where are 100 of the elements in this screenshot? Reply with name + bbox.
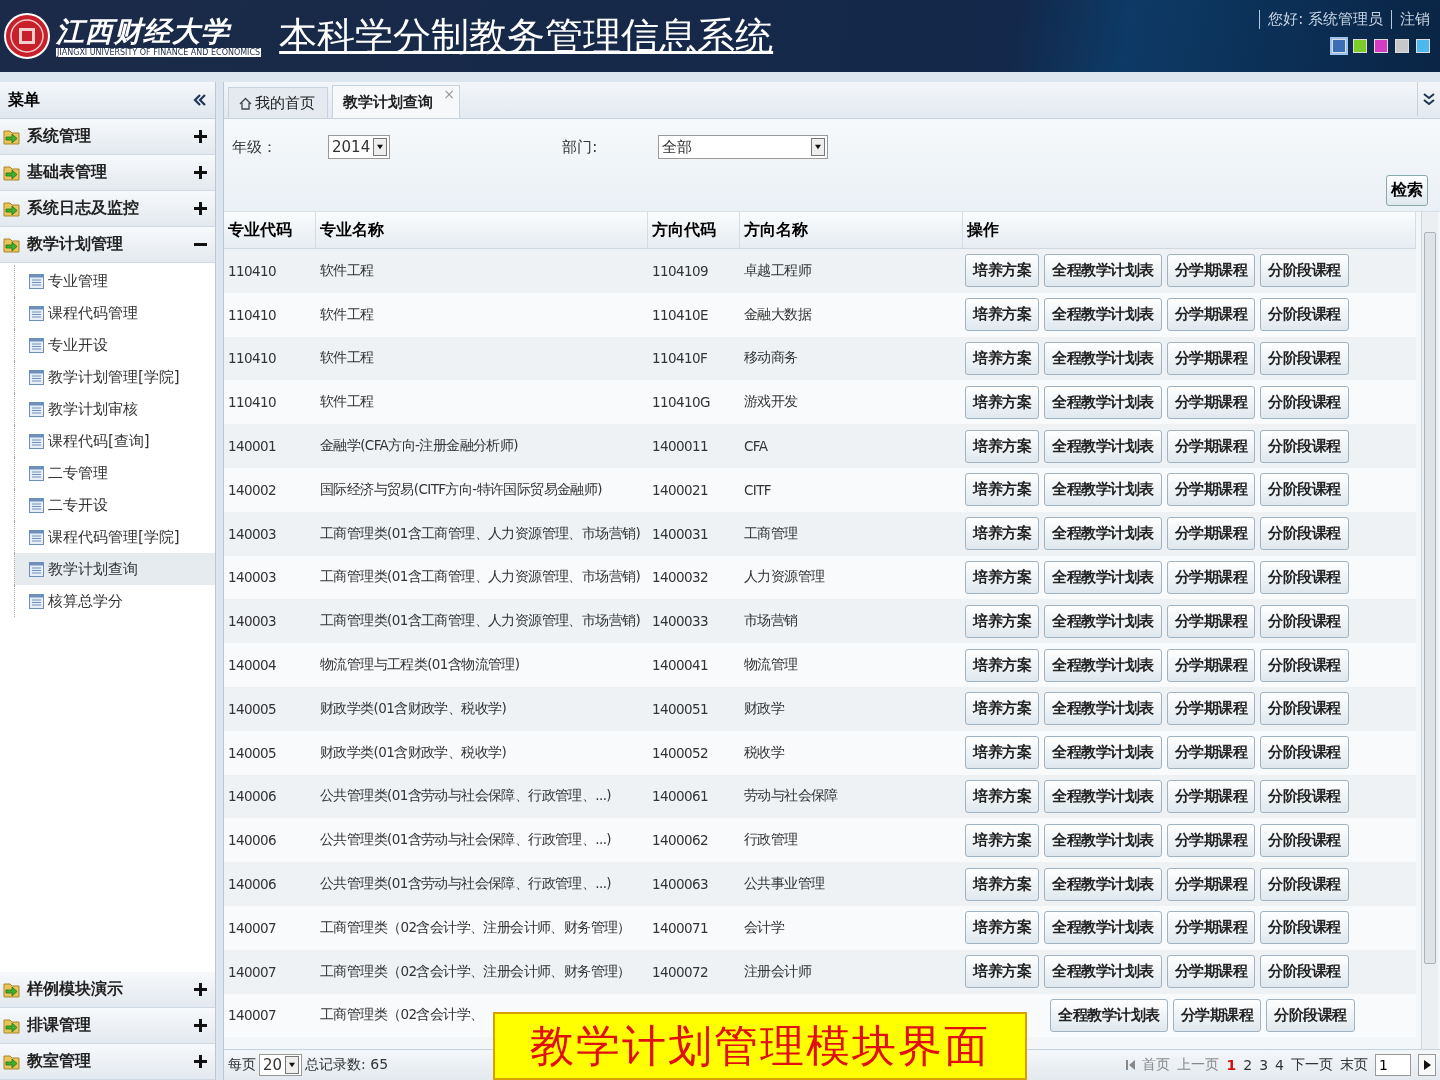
action-button[interactable]: 培养方案 bbox=[965, 473, 1039, 507]
action-button[interactable]: 培养方案 bbox=[965, 823, 1039, 857]
menu-item[interactable]: 专业开设 bbox=[14, 329, 215, 361]
action-button[interactable]: 分阶段课程 bbox=[1260, 254, 1349, 288]
action-button[interactable]: 分学期课程 bbox=[1166, 429, 1255, 463]
action-button[interactable]: 培养方案 bbox=[965, 648, 1039, 682]
action-button[interactable]: 全程教学计划表 bbox=[1044, 692, 1162, 726]
action-button[interactable]: 分学期课程 bbox=[1166, 779, 1255, 813]
action-button[interactable]: 分学期课程 bbox=[1166, 560, 1255, 594]
action-button[interactable]: 分学期课程 bbox=[1166, 867, 1255, 901]
action-button[interactable]: 分学期课程 bbox=[1166, 736, 1255, 770]
menu-group[interactable]: 系统日志及监控 bbox=[0, 191, 215, 227]
action-button[interactable]: 分学期课程 bbox=[1166, 342, 1255, 375]
action-button[interactable]: 培养方案 bbox=[965, 736, 1039, 770]
tab[interactable]: 教学计划查询 × bbox=[332, 85, 460, 118]
action-button[interactable]: 分阶段课程 bbox=[1260, 911, 1349, 945]
page-link[interactable]: 1 bbox=[1226, 1057, 1237, 1073]
action-button[interactable]: 分阶段课程 bbox=[1260, 692, 1349, 726]
menu-item[interactable]: 核算总学分 bbox=[14, 585, 215, 617]
action-button[interactable]: 分阶段课程 bbox=[1260, 736, 1349, 770]
action-button[interactable]: 分学期课程 bbox=[1166, 385, 1255, 419]
action-button[interactable]: 分学期课程 bbox=[1166, 604, 1255, 638]
action-button[interactable]: 分学期课程 bbox=[1166, 473, 1255, 507]
action-button[interactable]: 分学期课程 bbox=[1166, 298, 1255, 332]
action-button[interactable]: 分阶段课程 bbox=[1260, 473, 1349, 507]
action-button[interactable]: 分阶段课程 bbox=[1260, 604, 1349, 638]
menu-item[interactable]: 教学计划查询 bbox=[14, 553, 215, 585]
search-button[interactable]: 检索 bbox=[1386, 175, 1428, 206]
logout-link[interactable]: 注销 bbox=[1391, 10, 1430, 29]
action-button[interactable]: 培养方案 bbox=[965, 517, 1039, 551]
action-button[interactable]: 全程教学计划表 bbox=[1044, 648, 1162, 682]
skin-swatch[interactable] bbox=[1374, 39, 1388, 53]
action-button[interactable]: 全程教学计划表 bbox=[1050, 998, 1168, 1032]
action-button[interactable]: 全程教学计划表 bbox=[1044, 911, 1162, 945]
action-button[interactable]: 全程教学计划表 bbox=[1044, 473, 1162, 507]
action-button[interactable]: 分阶段课程 bbox=[1260, 955, 1349, 989]
menu-item[interactable]: 二专管理 bbox=[14, 457, 215, 489]
action-button[interactable]: 分学期课程 bbox=[1166, 692, 1255, 726]
action-button[interactable]: 全程教学计划表 bbox=[1044, 342, 1162, 375]
action-button[interactable]: 分学期课程 bbox=[1166, 955, 1255, 989]
action-button[interactable]: 分学期课程 bbox=[1172, 998, 1261, 1032]
next-page-link[interactable]: 下一页 bbox=[1291, 1056, 1333, 1074]
page-link[interactable]: 4 bbox=[1275, 1057, 1284, 1073]
per-page-select[interactable]: 20 bbox=[259, 1054, 303, 1076]
page-link[interactable]: 2 bbox=[1243, 1057, 1253, 1073]
action-button[interactable]: 培养方案 bbox=[965, 911, 1039, 945]
scrollbar[interactable] bbox=[1421, 212, 1438, 1049]
action-button[interactable]: 全程教学计划表 bbox=[1044, 385, 1162, 419]
action-button[interactable]: 分阶段课程 bbox=[1266, 998, 1355, 1032]
action-button[interactable]: 分阶段课程 bbox=[1260, 342, 1349, 375]
action-button[interactable]: 培养方案 bbox=[965, 298, 1039, 332]
action-button[interactable]: 全程教学计划表 bbox=[1044, 955, 1162, 989]
action-button[interactable]: 全程教学计划表 bbox=[1044, 604, 1162, 638]
action-button[interactable]: 全程教学计划表 bbox=[1044, 736, 1162, 770]
skin-swatch[interactable] bbox=[1353, 39, 1367, 53]
page-link[interactable]: 3 bbox=[1259, 1057, 1269, 1073]
skin-swatch[interactable] bbox=[1332, 39, 1346, 53]
action-button[interactable]: 培养方案 bbox=[965, 604, 1039, 638]
action-button[interactable]: 分阶段课程 bbox=[1260, 648, 1349, 682]
action-button[interactable]: 培养方案 bbox=[965, 254, 1039, 288]
tab[interactable]: 我的首页 bbox=[228, 87, 328, 118]
action-button[interactable]: 分学期课程 bbox=[1166, 254, 1255, 288]
menu-item[interactable]: 课程代码[查询] bbox=[14, 425, 215, 457]
action-button[interactable]: 培养方案 bbox=[965, 560, 1039, 594]
action-button[interactable]: 分阶段课程 bbox=[1260, 429, 1349, 463]
action-button[interactable]: 分学期课程 bbox=[1166, 823, 1255, 857]
skin-swatch[interactable] bbox=[1416, 39, 1430, 53]
action-button[interactable]: 培养方案 bbox=[965, 429, 1039, 463]
menu-item[interactable]: 课程代码管理 bbox=[14, 297, 215, 329]
action-button[interactable]: 分阶段课程 bbox=[1260, 823, 1349, 857]
menu-group[interactable]: 排课管理 bbox=[0, 1008, 215, 1044]
action-button[interactable]: 培养方案 bbox=[965, 779, 1039, 813]
menu-item[interactable]: 专业管理 bbox=[14, 265, 215, 297]
menu-item[interactable]: 教学计划审核 bbox=[14, 393, 215, 425]
menu-group[interactable]: 教学计划管理 bbox=[0, 227, 215, 263]
skin-swatch[interactable] bbox=[1395, 39, 1409, 53]
menu-item[interactable]: 教学计划管理[学院] bbox=[14, 361, 215, 393]
action-button[interactable]: 培养方案 bbox=[965, 385, 1039, 419]
action-button[interactable]: 分学期课程 bbox=[1166, 517, 1255, 551]
first-page-icon[interactable] bbox=[1126, 1060, 1136, 1070]
menu-group[interactable]: 样例模块演示 bbox=[0, 972, 215, 1008]
menu-group[interactable]: 系统管理 bbox=[0, 119, 215, 155]
action-button[interactable]: 全程教学计划表 bbox=[1044, 429, 1162, 463]
menu-item[interactable]: 二专开设 bbox=[14, 489, 215, 521]
menu-group[interactable]: 基础表管理 bbox=[0, 155, 215, 191]
action-button[interactable]: 全程教学计划表 bbox=[1044, 517, 1162, 551]
grade-select[interactable]: 2014 bbox=[328, 135, 391, 159]
page-number-field[interactable]: 1 bbox=[1375, 1054, 1411, 1076]
menu-group[interactable]: 教室管理 bbox=[0, 1044, 215, 1080]
action-button[interactable]: 分阶段课程 bbox=[1260, 867, 1349, 901]
action-button[interactable]: 分学期课程 bbox=[1166, 911, 1255, 945]
action-button[interactable]: 全程教学计划表 bbox=[1044, 298, 1162, 332]
action-button[interactable]: 全程教学计划表 bbox=[1044, 779, 1162, 813]
action-button[interactable]: 全程教学计划表 bbox=[1044, 254, 1162, 288]
action-button[interactable]: 分阶段课程 bbox=[1260, 779, 1349, 813]
action-button[interactable]: 分阶段课程 bbox=[1260, 385, 1349, 419]
action-button[interactable]: 培养方案 bbox=[965, 342, 1039, 375]
action-button[interactable]: 培养方案 bbox=[965, 692, 1039, 726]
action-button[interactable]: 全程教学计划表 bbox=[1044, 823, 1162, 857]
action-button[interactable]: 分阶段课程 bbox=[1260, 517, 1349, 551]
